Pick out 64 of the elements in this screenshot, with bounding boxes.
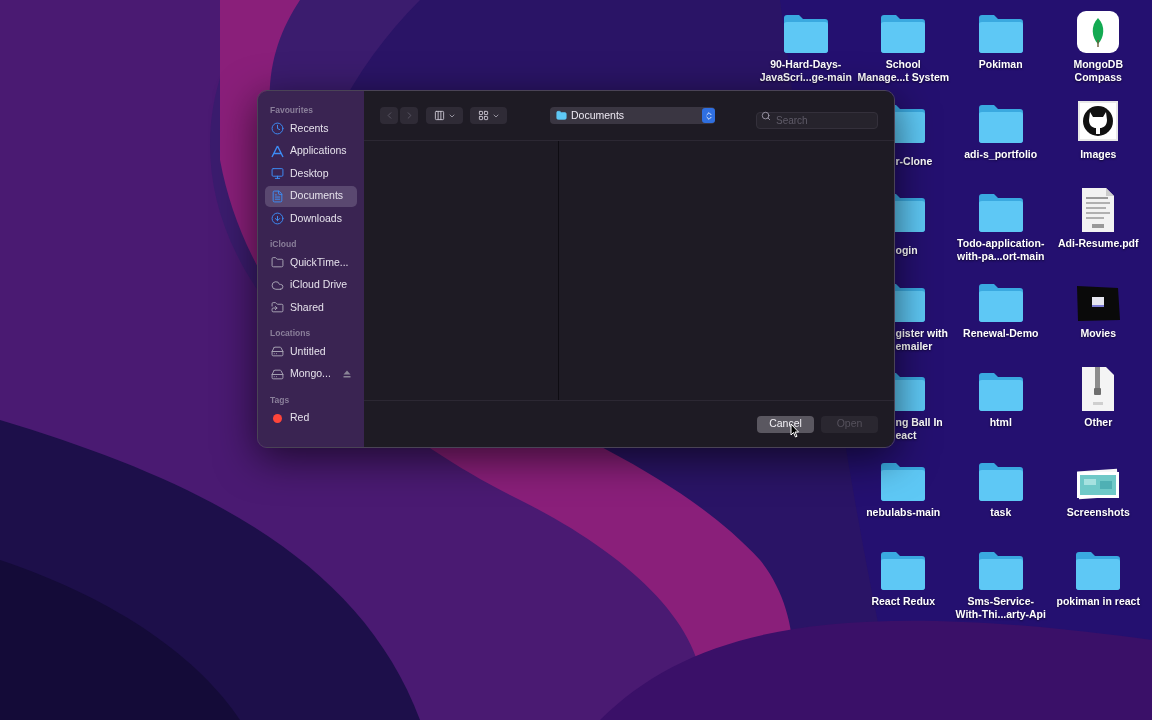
- sidebar-item[interactable]: Untitled: [265, 341, 357, 362]
- eject-icon[interactable]: [343, 370, 351, 378]
- sidebar-item[interactable]: Documents: [265, 185, 357, 207]
- sidebar-item[interactable]: Downloads: [265, 208, 357, 229]
- desktop-item-label[interactable]: MongoDB Compass: [1073, 58, 1124, 84]
- desktop-item-label[interactable]: Todo-application- with-pa...ort-main: [957, 237, 1045, 263]
- desktop-item-label[interactable]: ng Ball In eact: [895, 416, 943, 442]
- sidebar-heading: Tags: [270, 394, 290, 405]
- desktop-item-label[interactable]: gister with emailer: [895, 326, 948, 353]
- document-icon: [271, 189, 284, 203]
- sidebar-item[interactable]: Red: [265, 407, 357, 429]
- sidebar-item[interactable]: Mongo...: [265, 363, 357, 385]
- sidebar-heading: iCloud: [270, 239, 297, 249]
- sidebar-item[interactable]: iCloud Drive: [265, 274, 357, 296]
- drive-icon: [271, 345, 284, 358]
- search-icon: [761, 110, 771, 121]
- grid-icon: [477, 110, 489, 121]
- monitor-icon: [271, 167, 284, 180]
- desktop-item-label[interactable]: Images: [1080, 147, 1117, 161]
- sidebar-item[interactable]: Shared: [265, 297, 357, 318]
- desktop-item-label[interactable]: Adi-Resume.pdf: [1058, 237, 1139, 250]
- sidebar-heading: Locations: [270, 328, 311, 338]
- folder-icon: [879, 551, 928, 591]
- desktop-item-label[interactable]: 90-Hard-Days- JavaScri...ge-main: [759, 58, 852, 84]
- location-popup[interactable]: Documents: [550, 107, 715, 124]
- desktop-item-label[interactable]: pokiman in react: [1056, 595, 1140, 608]
- desktop-item-label[interactable]: task: [990, 505, 1012, 519]
- folder-icon: [556, 110, 567, 121]
- desktop-item-label[interactable]: Renewal-Demo: [963, 326, 1039, 340]
- folder-icon: [271, 256, 284, 269]
- view-mode-button[interactable]: [426, 107, 463, 124]
- group-button[interactable]: [470, 107, 507, 124]
- download-icon: [271, 212, 284, 225]
- sidebar-item[interactable]: Desktop: [265, 163, 357, 184]
- sidebar-item[interactable]: QuickTime...: [265, 252, 357, 273]
- desktop-item-label[interactable]: nebulabs-main: [866, 505, 941, 519]
- columns-icon: [433, 110, 445, 121]
- desktop-item-label[interactable]: React Redux: [871, 595, 936, 608]
- desktop-item-label[interactable]: School Manage...t System: [857, 58, 950, 84]
- desktop-item-label[interactable]: Screenshots: [1066, 505, 1130, 519]
- zip-file-icon: [1080, 366, 1117, 412]
- desktop-item-label[interactable]: Other: [1084, 416, 1113, 429]
- shared-folder-icon: [271, 301, 284, 314]
- clock-icon: [271, 122, 284, 135]
- desktop-item-label[interactable]: Pokiman: [978, 58, 1023, 71]
- desktop-item-label[interactable]: Sms-Service- With-Thi...arty-Api: [955, 595, 1046, 621]
- sidebar-item[interactable]: Applications: [265, 140, 357, 162]
- folder-icon: [879, 14, 928, 54]
- desktop-item-label[interactable]: adi-s_portfolio: [964, 147, 1038, 161]
- document-icon: [1080, 187, 1117, 233]
- desktop-item-label[interactable]: r-Clone: [895, 154, 933, 168]
- desktop-item-label[interactable]: html: [989, 416, 1012, 429]
- leaf-icon: [1076, 10, 1121, 54]
- sidebar-heading: Favourites: [270, 105, 313, 115]
- dialog-button[interactable]: Cancel: [757, 415, 814, 433]
- drive-icon: [271, 367, 284, 381]
- search-field[interactable]: Search: [756, 112, 878, 129]
- desktop-item-label[interactable]: ogin: [895, 244, 918, 257]
- folder-icon: [1074, 551, 1123, 591]
- desktop-item-label[interactable]: Movies: [1080, 326, 1117, 340]
- sidebar-item[interactable]: Recents: [265, 118, 357, 139]
- stepper-icon: [703, 110, 714, 121]
- apps-icon: [271, 144, 284, 158]
- cloud-icon: [271, 278, 284, 292]
